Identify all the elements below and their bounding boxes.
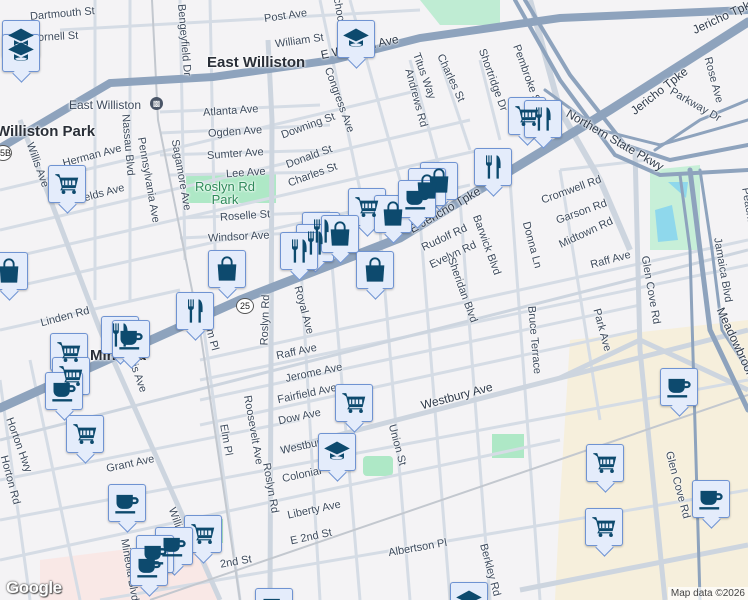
coffee-cup-icon bbox=[697, 485, 725, 513]
school-icon bbox=[323, 438, 351, 466]
shopping-cart-marker[interactable] bbox=[66, 415, 104, 453]
shopping-bag-icon bbox=[0, 257, 23, 285]
restaurant-icon bbox=[285, 237, 313, 265]
coffee-cup-marker[interactable] bbox=[255, 588, 293, 600]
shopping-cart-icon bbox=[189, 520, 217, 548]
map-canvas[interactable]: East Williston Williston Park Mineola Ea… bbox=[0, 0, 748, 600]
school-icon bbox=[342, 25, 370, 53]
shopping-cart-icon bbox=[71, 420, 99, 448]
coffee-cup-marker[interactable] bbox=[112, 320, 150, 358]
coffee-cup-marker[interactable] bbox=[130, 548, 168, 586]
train-station-icon[interactable]: ▩ bbox=[150, 97, 163, 110]
shopping-cart-icon bbox=[590, 513, 618, 541]
coffee-cup-icon bbox=[50, 377, 78, 405]
coffee-cup-marker[interactable] bbox=[692, 480, 730, 518]
restaurant-icon bbox=[181, 297, 209, 325]
school-marker[interactable] bbox=[450, 582, 488, 600]
shopping-bag-icon bbox=[361, 256, 389, 284]
coffee-cup-marker[interactable] bbox=[398, 180, 436, 218]
coffee-cup-marker[interactable] bbox=[660, 368, 698, 406]
shopping-bag-icon bbox=[326, 220, 354, 248]
school-icon bbox=[7, 39, 35, 67]
school-icon bbox=[455, 587, 483, 600]
shopping-cart-icon bbox=[340, 389, 368, 417]
shopping-bag-marker[interactable] bbox=[321, 215, 359, 253]
shopping-cart-marker[interactable] bbox=[586, 444, 624, 482]
google-logo[interactable]: Google bbox=[6, 578, 62, 598]
coffee-cup-icon bbox=[403, 185, 431, 213]
restaurant-icon bbox=[529, 105, 557, 133]
street-label-roslyn-rd: Roslyn Rd bbox=[258, 294, 273, 346]
coffee-cup-icon bbox=[135, 553, 163, 581]
school-marker[interactable] bbox=[318, 433, 356, 471]
place-label-east-williston: East Williston bbox=[207, 54, 306, 71]
restaurant-marker[interactable] bbox=[474, 148, 512, 186]
coffee-cup-icon bbox=[260, 593, 288, 600]
park-label-roslyn-rd-park: Roslyn Rd Park bbox=[195, 179, 255, 207]
shopping-cart-marker[interactable] bbox=[184, 515, 222, 553]
shopping-bag-marker[interactable] bbox=[208, 250, 246, 288]
shopping-bag-marker[interactable] bbox=[356, 251, 394, 289]
coffee-cup-marker[interactable] bbox=[45, 372, 83, 410]
shopping-bag-marker[interactable] bbox=[0, 252, 28, 290]
restaurant-icon bbox=[479, 153, 507, 181]
school-marker[interactable] bbox=[2, 34, 40, 72]
map-attribution[interactable]: Map data ©2026 bbox=[667, 587, 748, 600]
shopping-cart-marker[interactable] bbox=[335, 384, 373, 422]
coffee-cup-icon bbox=[113, 489, 141, 517]
restaurant-marker[interactable] bbox=[280, 232, 318, 270]
shopping-cart-icon bbox=[53, 170, 81, 198]
shopping-cart-icon bbox=[591, 449, 619, 477]
restaurant-marker[interactable] bbox=[524, 100, 562, 138]
coffee-cup-icon bbox=[117, 325, 145, 353]
shopping-cart-marker[interactable] bbox=[585, 508, 623, 546]
restaurant-marker[interactable] bbox=[176, 292, 214, 330]
station-label-east-williston: East Williston bbox=[69, 98, 142, 112]
shopping-cart-icon bbox=[353, 193, 381, 221]
coffee-cup-marker[interactable] bbox=[108, 484, 146, 522]
route-shield-route-25: 25 bbox=[236, 298, 254, 314]
place-label-williston-park: Williston Park bbox=[0, 123, 96, 140]
coffee-cup-icon bbox=[665, 373, 693, 401]
shopping-cart-marker[interactable] bbox=[48, 165, 86, 203]
school-marker[interactable] bbox=[337, 20, 375, 58]
shopping-bag-icon bbox=[213, 255, 241, 283]
